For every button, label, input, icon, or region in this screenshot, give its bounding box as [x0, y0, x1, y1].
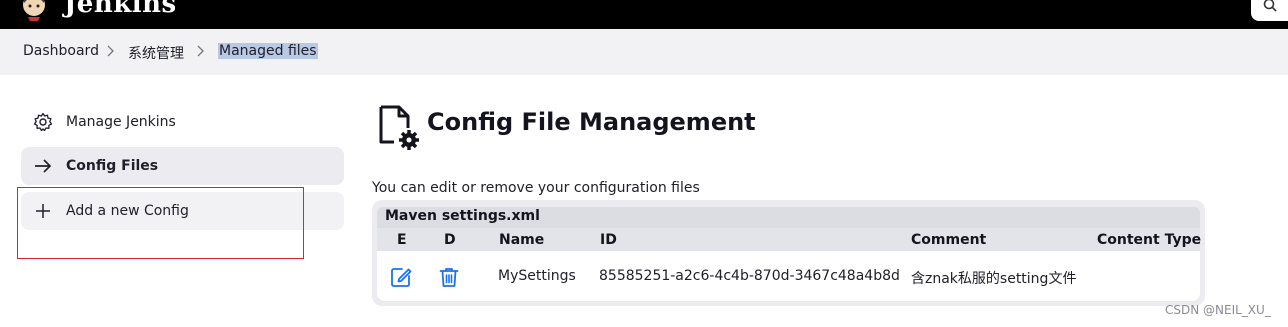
column-header-edit: E [397, 232, 407, 248]
sidebar-item-label: Manage Jenkins [66, 114, 176, 130]
brand-name[interactable]: Jenkins [64, 0, 177, 19]
top-header: Jenkins [0, 0, 1288, 29]
annotation-highlight-box [17, 187, 304, 259]
table-row: MySettings 85585251-a2c6-4c4b-870d-3467c… [377, 251, 1200, 301]
breadcrumb-item-dashboard[interactable]: Dashboard [23, 43, 99, 59]
column-header-delete: D [444, 232, 456, 248]
chevron-right-icon [197, 45, 204, 57]
column-header-name: Name [499, 232, 545, 248]
jenkins-logo[interactable] [20, 0, 48, 22]
column-header-id: ID [600, 232, 617, 248]
config-comment: 含znak私服的setting文件 [911, 271, 1077, 287]
edit-icon[interactable] [390, 266, 412, 288]
sidebar-item-manage-jenkins[interactable]: Manage Jenkins [21, 103, 344, 141]
page-title: Config File Management [427, 108, 756, 136]
breadcrumb: Dashboard 系统管理 Managed files [0, 29, 1288, 75]
table-group-header: Maven settings.xml [377, 207, 1200, 228]
chevron-right-icon [107, 45, 114, 57]
config-file-icon [379, 105, 419, 150]
gear-icon [33, 112, 53, 132]
table-group-title: Maven settings.xml [385, 208, 540, 224]
page-description: You can edit or remove your configuratio… [372, 180, 700, 196]
jenkins-butler-icon [23, 0, 45, 21]
arrow-right-icon [33, 156, 53, 176]
column-header-content-type: Content Type [1097, 232, 1202, 248]
breadcrumb-item-managed-files[interactable]: Managed files [218, 43, 318, 59]
breadcrumb-item-system[interactable]: 系统管理 [128, 43, 184, 63]
trash-icon[interactable] [438, 266, 460, 288]
table-header-row: E D Name ID Comment Content Type [377, 228, 1202, 251]
sidebar-item-label: Config Files [66, 158, 159, 174]
config-id: 85585251-a2c6-4c4b-870d-3467c48a4b8d [599, 268, 900, 284]
watermark: CSDN @NEIL_XU_ [1165, 303, 1271, 317]
search-icon [1263, 0, 1277, 12]
config-name[interactable]: MySettings [498, 268, 576, 284]
column-header-comment: Comment [911, 232, 987, 248]
search-button[interactable] [1251, 0, 1288, 21]
sidebar-item-config-files[interactable]: Config Files [21, 147, 344, 185]
